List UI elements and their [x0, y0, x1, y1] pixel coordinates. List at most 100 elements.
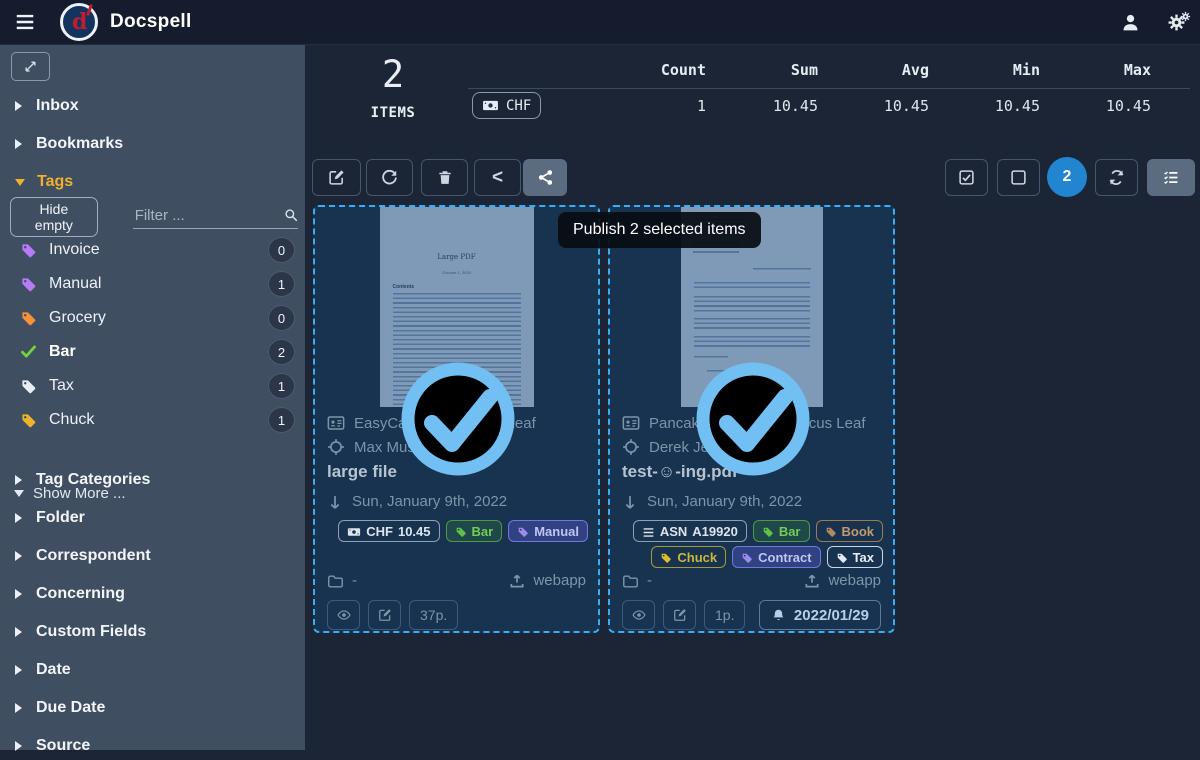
concerning-line: Derek Jeter — [622, 438, 882, 456]
tag-icon — [825, 524, 837, 539]
due-date-chip[interactable]: 2022/01/29 — [759, 600, 881, 630]
sidebar: Inbox Bookmarks Tags Hide empty Invoice … — [0, 45, 305, 750]
card-footer-meta: - webapp — [327, 572, 586, 590]
sidebar-item-inbox[interactable]: Inbox — [0, 92, 305, 120]
page-count-badge[interactable]: 1p. — [704, 600, 745, 630]
stat-min-value: 10.45 — [930, 97, 1040, 115]
exit-select-mode-button[interactable] — [1095, 159, 1138, 196]
tag-chip-bar[interactable]: Bar — [753, 520, 810, 542]
tag-count-badge: 1 — [268, 407, 295, 433]
item-title[interactable]: test-☺-ing.pdf — [622, 462, 738, 482]
tag-count-badge: 1 — [268, 271, 295, 297]
top-navbar: d Docspell — [0, 0, 1200, 45]
tag-row-grocery[interactable]: Grocery 0 — [0, 303, 305, 333]
item-date-line: Sun, January 9th, 2022 — [327, 493, 587, 511]
delete-selected-button[interactable] — [421, 159, 468, 196]
tag-count-badge: 0 — [268, 305, 295, 331]
chevron-right-icon — [15, 703, 22, 713]
column-count: Count — [596, 61, 706, 79]
chevron-right-icon — [15, 513, 22, 523]
reprocess-button[interactable] — [366, 159, 413, 196]
tag-chip-contract[interactable]: Contract — [732, 546, 820, 568]
tag-chip-bar[interactable]: Bar — [446, 520, 503, 542]
edit-item-button[interactable] — [368, 600, 401, 630]
items-label: ITEMS — [362, 105, 424, 121]
chevron-right-icon — [15, 101, 22, 111]
tag-filter-input[interactable] — [133, 205, 279, 228]
item-date-line: Sun, January 9th, 2022 — [622, 493, 882, 511]
merge-selected-button[interactable]: < — [474, 159, 521, 196]
money-icon — [482, 97, 499, 114]
tag-row-bar-selected[interactable]: Bar 2 — [0, 337, 305, 367]
hamburger-menu-icon[interactable] — [13, 11, 37, 33]
correspondent-line: Pancake Company, Marcus Leaf — [622, 414, 882, 432]
list-view-toggle-button[interactable] — [1147, 159, 1195, 196]
main-content: 2 ITEMS Count Sum Avg Min Max CHF 1 10.4… — [305, 45, 1200, 750]
document-preview[interactable]: Large PDF October 1, 2020 Contents — [315, 207, 598, 407]
sidebar-item-custom-fields[interactable]: Custom Fields — [0, 618, 305, 646]
correspondent-line: EasyCare AG, Marcus Leaf — [327, 414, 587, 432]
publish-selected-button[interactable] — [523, 159, 567, 196]
sidebar-item-date[interactable]: Date — [0, 656, 305, 684]
tag-row-chuck[interactable]: Chuck 1 — [0, 405, 305, 435]
preview-eye-button[interactable] — [327, 600, 360, 630]
preview-eye-button[interactable] — [622, 600, 655, 630]
gear-icon[interactable] — [1167, 13, 1186, 32]
tag-row-invoice[interactable]: Invoice 0 — [0, 235, 305, 265]
expand-icon — [23, 58, 38, 76]
chevron-right-icon — [15, 627, 22, 637]
card-footer-meta: - webapp — [622, 572, 881, 590]
tag-icon — [660, 550, 672, 565]
crosshairs-icon — [622, 438, 640, 456]
deselect-all-button[interactable] — [997, 159, 1040, 196]
tag-row-tax[interactable]: Tax 1 — [0, 371, 305, 401]
long-arrow-down-icon — [327, 493, 343, 511]
currency-chip[interactable]: CHF — [472, 92, 541, 119]
edit-item-button[interactable] — [663, 600, 696, 630]
chevron-right-icon — [15, 551, 22, 561]
hide-empty-toggle[interactable]: Hide empty — [10, 197, 98, 237]
item-title[interactable]: large file — [327, 462, 397, 482]
folder-icon — [327, 572, 344, 590]
tag-count-badge: 2 — [268, 339, 295, 365]
asn-chip[interactable]: ASN A19920 — [633, 520, 747, 542]
chevron-right-icon — [15, 665, 22, 675]
tag-chip-manual[interactable]: Manual — [508, 520, 588, 542]
tag-row-manual[interactable]: Manual 1 — [0, 269, 305, 299]
sidebar-item-bookmarks[interactable]: Bookmarks — [0, 130, 305, 158]
item-card-test-ing-pdf[interactable]: Pancake Company, Marcus Leaf Derek Jeter… — [608, 205, 895, 633]
edit-selected-button[interactable] — [312, 159, 361, 196]
tag-chip-tax[interactable]: Tax — [827, 546, 883, 568]
tag-chip-book[interactable]: Book — [816, 520, 884, 542]
currency-amount-chip[interactable]: CHF 10.45 — [338, 520, 439, 542]
source-label: webapp — [828, 572, 881, 589]
tag-count-badge: 0 — [268, 237, 295, 263]
stat-max-value: 10.45 — [1041, 97, 1151, 115]
sidebar-item-tags[interactable]: Tags — [0, 168, 305, 196]
app-title: Docspell — [110, 11, 192, 33]
sidebar-item-due-date[interactable]: Due Date — [0, 694, 305, 722]
sidebar-item-correspondent[interactable]: Correspondent — [0, 542, 305, 570]
chevron-right-icon — [15, 589, 22, 599]
chevron-down-icon — [15, 179, 25, 186]
docspell-logo: d — [60, 3, 98, 41]
search-icon — [284, 206, 298, 224]
sidebar-item-folder[interactable]: Folder — [0, 504, 305, 532]
chevron-right-icon — [15, 139, 22, 149]
page-count-badge[interactable]: 37p. — [409, 600, 458, 630]
select-all-button[interactable] — [945, 159, 988, 196]
user-icon[interactable] — [1120, 12, 1141, 33]
sidebar-item-tag-categories[interactable]: Tag Categories — [0, 466, 305, 494]
sidebar-item-source[interactable]: Source — [0, 732, 305, 760]
folder-icon — [622, 572, 639, 590]
upload-icon — [804, 572, 820, 589]
item-card-large-file[interactable]: Large PDF October 1, 2020 Contents EasyC… — [313, 205, 600, 633]
sidebar-item-concerning[interactable]: Concerning — [0, 580, 305, 608]
tag-chip-chuck[interactable]: Chuck — [651, 546, 726, 568]
sidebar-collapse-button[interactable] — [11, 52, 50, 81]
bars-icon — [642, 523, 655, 538]
check-icon — [20, 343, 37, 361]
money-icon — [347, 523, 361, 539]
column-max: Max — [1041, 61, 1151, 79]
selection-count-badge[interactable]: 2 — [1047, 157, 1087, 197]
